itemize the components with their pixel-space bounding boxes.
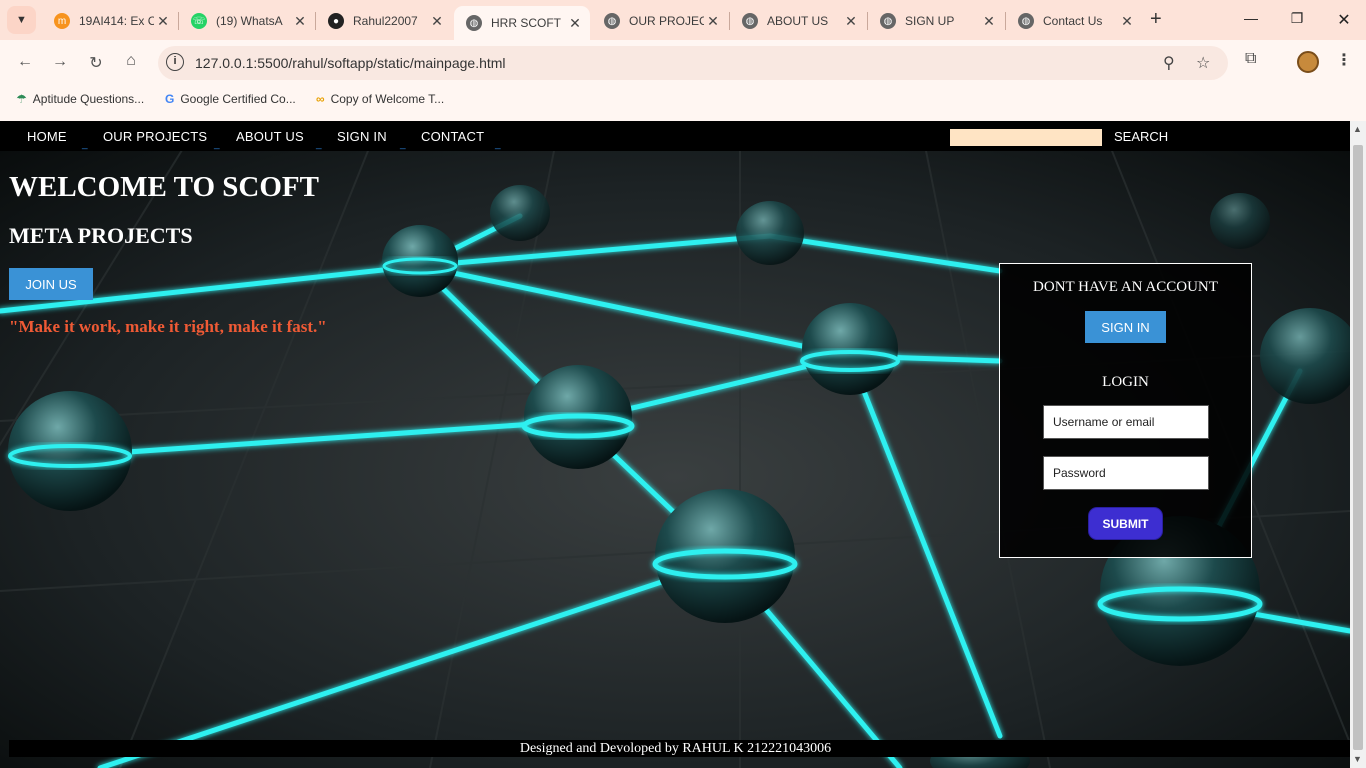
forward-arrow-icon[interactable]: → [49, 53, 71, 71]
join-us-button[interactable]: JOIN US [9, 268, 93, 300]
site-info-icon[interactable]: i [166, 53, 184, 71]
scroll-down-arrow-icon[interactable]: ▼ [1353, 754, 1362, 764]
nav-our-projects[interactable]: OUR PROJECTS [103, 129, 207, 144]
tab-title: HRR SCOFT [491, 16, 561, 30]
no-account-heading: DONT HAVE AN ACCOUNT [1033, 279, 1218, 295]
nav-sign-in[interactable]: SIGN IN [337, 129, 387, 144]
submit-button[interactable]: SUBMIT [1088, 507, 1163, 540]
tab-2[interactable]: ☏ (19) WhatsA ✕ [179, 6, 315, 36]
tab-1[interactable]: m 19AI414: Ex C ✕ [42, 6, 178, 36]
nav-home[interactable]: HOME [27, 129, 67, 144]
new-tab-plus-icon[interactable]: + [1150, 8, 1162, 31]
menu-kebab-icon[interactable]: ⋮ [1336, 50, 1352, 70]
github-icon: ● [328, 13, 344, 29]
nav-contact[interactable]: CONTACT [421, 129, 484, 144]
zoom-icon[interactable]: ⚲ [1163, 53, 1175, 73]
footer: Designed and Devoloped by RAHUL K 212221… [9, 740, 1350, 757]
close-icon[interactable]: ✕ [980, 13, 998, 30]
coursera-icon: ∞ [316, 92, 325, 106]
close-window-icon[interactable]: ✕ [1334, 10, 1354, 30]
globe-icon: ◍ [604, 13, 620, 29]
close-icon[interactable]: ✕ [566, 15, 584, 32]
globe-icon: ◍ [466, 15, 482, 31]
nav-separator: _ [495, 139, 501, 150]
url-text[interactable]: 127.0.0.1:5500/rahul/softapp/static/main… [195, 55, 506, 71]
nav-about-us[interactable]: ABOUT US [236, 129, 304, 144]
tab-title: (19) WhatsA [216, 14, 283, 28]
page-viewport: HOME _ OUR PROJECTS _ ABOUT US _ SIGN IN… [0, 121, 1350, 768]
minimize-icon[interactable]: — [1241, 10, 1261, 26]
restore-icon[interactable]: ❐ [1287, 10, 1307, 27]
login-panel: DONT HAVE AN ACCOUNT SIGN IN LOGIN Usern… [999, 263, 1252, 558]
tab-title: Contact Us [1043, 14, 1103, 28]
profile-avatar[interactable] [1297, 51, 1319, 73]
tab-title: OUR PROJEC [629, 14, 704, 28]
bookmark-3[interactable]: ∞ Copy of Welcome T... [316, 92, 444, 106]
tab-title: SIGN UP [905, 14, 955, 28]
password-field[interactable]: Password [1043, 456, 1209, 490]
tab-3[interactable]: ● Rahul22007 ✕ [316, 6, 452, 36]
close-icon[interactable]: ✕ [154, 13, 172, 30]
reload-icon[interactable]: ↻ [85, 53, 107, 73]
footer-credit: Designed and Devoloped by RAHUL K 212221… [519, 741, 832, 756]
username-field[interactable]: Username or email [1043, 405, 1209, 439]
tab-title: ABOUT US [767, 14, 829, 28]
close-icon[interactable]: ✕ [842, 13, 860, 30]
moodle-icon: m [54, 13, 70, 29]
search-input[interactable] [950, 129, 1102, 146]
back-arrow-icon[interactable]: ← [14, 53, 36, 71]
sign-in-button[interactable]: SIGN IN [1085, 311, 1166, 343]
globe-icon: ◍ [880, 13, 896, 29]
globe-icon: ◍ [742, 13, 758, 29]
site-nav-bar: HOME _ OUR PROJECTS _ ABOUT US _ SIGN IN… [0, 121, 1350, 151]
close-icon[interactable]: ✕ [1118, 13, 1136, 30]
whatsapp-icon: ☏ [191, 13, 207, 29]
tab-5[interactable]: ◍ OUR PROJEC ✕ [592, 6, 728, 36]
home-icon[interactable]: ⌂ [120, 52, 142, 70]
bookmark-star-icon[interactable]: ☆ [1196, 53, 1210, 73]
bookmark-label: Copy of Welcome T... [330, 92, 445, 106]
tab-7[interactable]: ◍ SIGN UP ✕ [868, 6, 1004, 36]
bookmark-label: Google Certified Co... [180, 92, 296, 106]
nav-separator: _ [400, 139, 406, 150]
login-heading: LOGIN [1102, 374, 1149, 390]
globe-icon: ◍ [1018, 13, 1034, 29]
nav-separator: _ [214, 139, 220, 150]
tab-6[interactable]: ◍ ABOUT US ✕ [730, 6, 866, 36]
tab-8[interactable]: ◍ Contact Us ✕ [1006, 6, 1142, 36]
google-icon: G [165, 92, 175, 106]
tab-search-button[interactable]: ▼ [7, 6, 36, 34]
bookmark-1[interactable]: ☂ Aptitude Questions... [16, 92, 144, 106]
nav-separator: _ [316, 139, 322, 150]
tab-strip: ▼ m 19AI414: Ex C ✕ ☏ (19) WhatsA ✕ ● Ra… [0, 0, 1366, 40]
bookmark-2[interactable]: G Google Certified Co... [165, 92, 296, 106]
umbrella-icon: ☂ [16, 92, 27, 106]
bookmark-label: Aptitude Questions... [32, 92, 145, 106]
quote-text: "Make it work, make it right, make it fa… [9, 317, 327, 336]
tab-title: Rahul22007 [353, 14, 418, 28]
close-icon[interactable]: ✕ [428, 13, 446, 30]
extensions-icon[interactable]: ⧉ [1245, 50, 1256, 68]
tab-title: 19AI414: Ex C [79, 14, 154, 28]
page-subtitle: META PROJECTS [9, 223, 193, 248]
tab-4-active[interactable]: ◍ HRR SCOFT ✕ [454, 6, 590, 40]
search-button[interactable]: SEARCH [1114, 129, 1168, 144]
close-icon[interactable]: ✕ [291, 13, 309, 30]
scrollbar-thumb[interactable] [1353, 145, 1363, 750]
nav-separator: _ [82, 139, 88, 150]
close-icon[interactable]: ✕ [704, 13, 722, 30]
chevron-down-icon: ▼ [16, 14, 27, 26]
scroll-up-arrow-icon[interactable]: ▲ [1353, 124, 1362, 134]
page-title: WELCOME TO SCOFT [9, 171, 319, 203]
